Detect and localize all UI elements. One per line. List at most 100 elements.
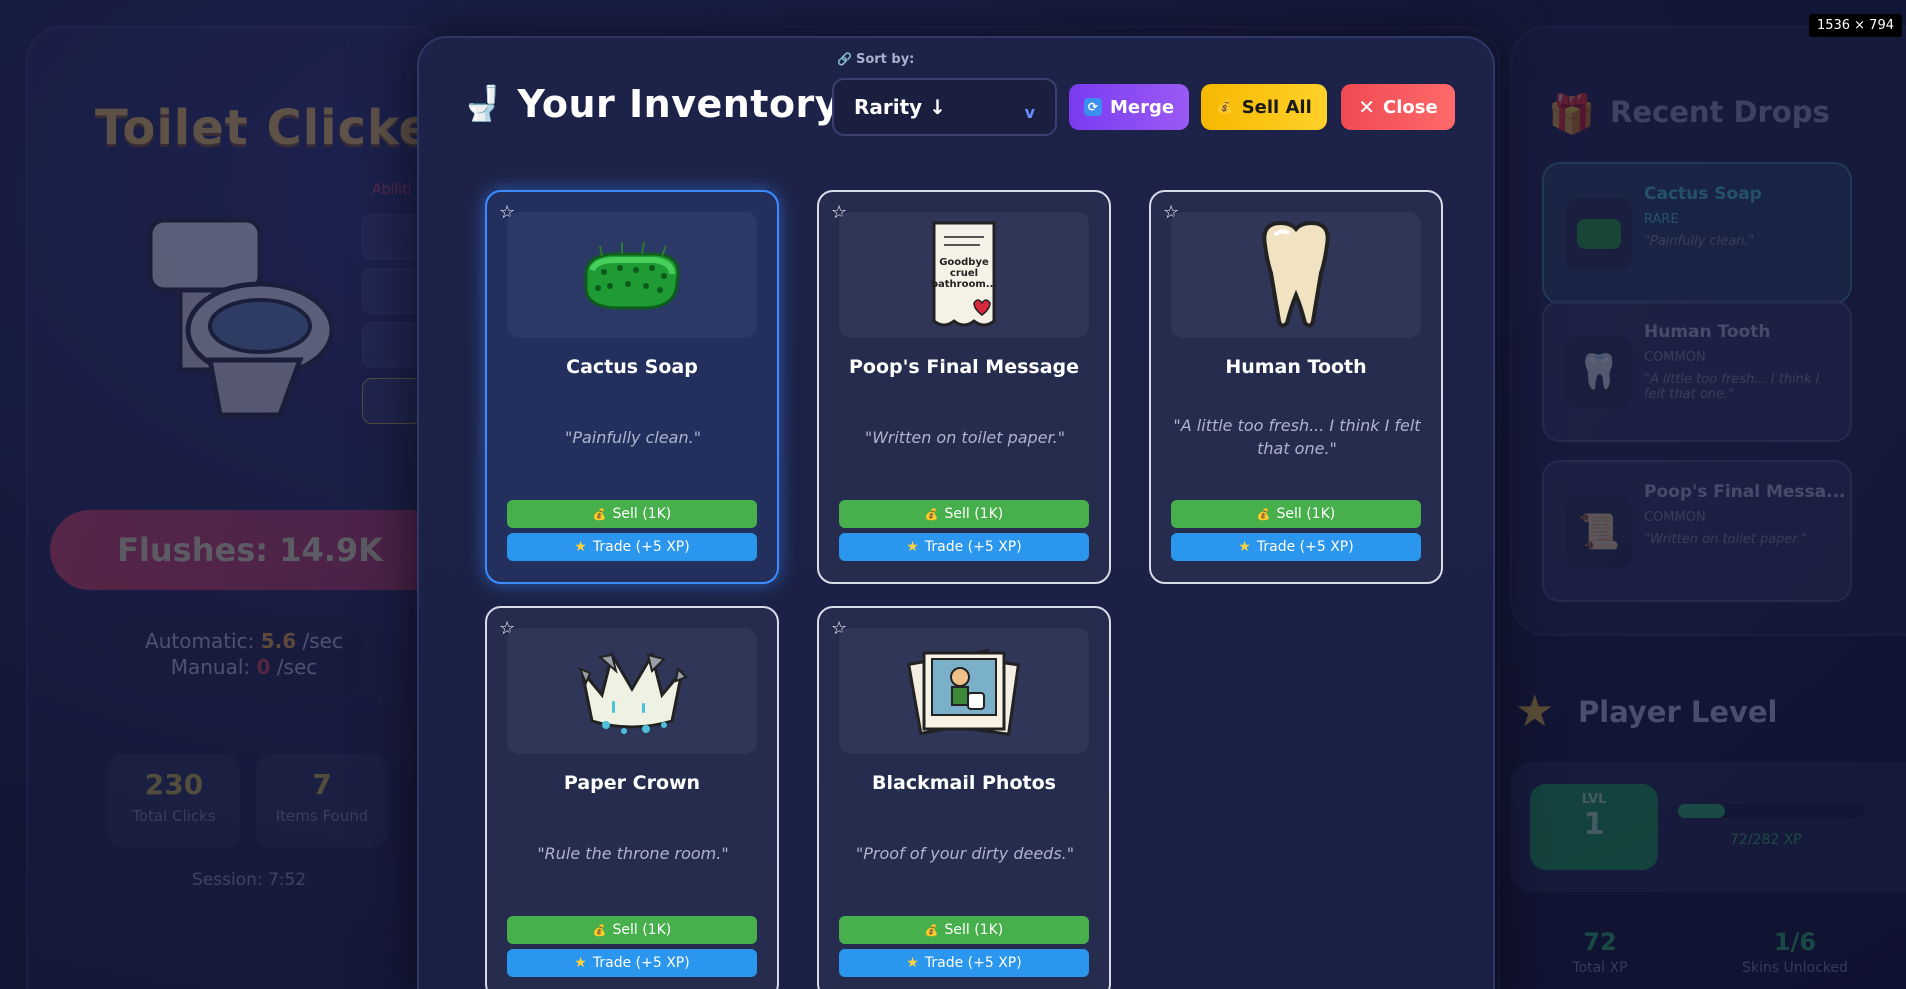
stat-skins-unlocked: 1/6 Skins Unlocked <box>1715 928 1875 976</box>
item-name: Cactus Soap <box>566 356 698 378</box>
automatic-label: Automatic: <box>145 629 255 653</box>
paper-crown-icon <box>578 651 688 734</box>
ability-slot[interactable] <box>362 214 422 260</box>
stat-value: 1/6 <box>1773 928 1817 956</box>
sort-value: Rarity ↓ <box>854 95 946 119</box>
sell-button[interactable]: 💰 Sell (1K) <box>507 500 757 528</box>
stat-label: Skins Unlocked <box>1742 960 1848 976</box>
sell-all-button[interactable]: 💰 Sell All <box>1201 84 1327 130</box>
sort-label-text: Sort by: <box>855 52 915 67</box>
close-label: Close <box>1383 96 1438 118</box>
xp-progress-fill <box>1678 804 1726 818</box>
recent-drop-item[interactable]: Cactus Soap RARE "Painfully clean." <box>1542 162 1852 304</box>
gift-icon: 🎁 <box>1548 92 1596 136</box>
modal-title: Your Inventory <box>517 82 841 126</box>
recent-drop-name: Cactus Soap <box>1644 184 1762 204</box>
xp-text: 72/282 XP <box>1730 832 1802 848</box>
recent-drop-item[interactable]: 🦷 Human Tooth COMMON "A little too fresh… <box>1542 300 1852 442</box>
sort-label: 🔗 Sort by: <box>837 52 914 67</box>
sell-button[interactable]: 💰 Sell (1K) <box>839 916 1089 944</box>
merge-icon: ⟳ <box>1083 98 1102 116</box>
recent-drop-desc: "A little too fresh... I think I felt th… <box>1644 372 1820 402</box>
recent-drop-name: Human Tooth <box>1644 322 1771 342</box>
chevron-down-icon: v <box>1024 102 1035 122</box>
dimension-badge: 1536 × 794 <box>1808 14 1902 37</box>
star-icon: ★ <box>906 955 919 971</box>
item-description: "Rule the throne room." <box>537 843 729 863</box>
item-image <box>507 628 757 754</box>
automatic-value: 5.6 <box>260 629 297 653</box>
trade-button[interactable]: ★ Trade (+5 XP) <box>1171 533 1421 561</box>
trade-label: Trade (+5 XP) <box>924 955 1022 971</box>
trade-button[interactable]: ★ Trade (+5 XP) <box>507 533 757 561</box>
level-value: 1 <box>1583 807 1605 842</box>
level-badge: LVL 1 <box>1530 784 1658 870</box>
sell-button[interactable]: 💰 Sell (1K) <box>507 916 757 944</box>
recent-drops-title: Recent Drops <box>1610 95 1830 129</box>
recent-drop-desc: "Written on toilet paper." <box>1644 532 1807 547</box>
svg-text:bathroom...: bathroom... <box>931 279 997 290</box>
trade-button[interactable]: ★ Trade (+5 XP) <box>507 949 757 977</box>
item-description: "Written on toilet paper." <box>864 427 1066 447</box>
tooth-icon <box>1262 220 1330 328</box>
sell-button[interactable]: 💰 Sell (1K) <box>1171 500 1421 528</box>
manual-label: Manual: <box>170 655 251 679</box>
sell-label: Sell (1K) <box>612 922 672 938</box>
recent-drop-rarity: RARE <box>1644 212 1679 227</box>
trade-label: Trade (+5 XP) <box>1256 539 1354 555</box>
stat-total-xp: 72 Total XP <box>1520 928 1680 976</box>
rate-unit: /sec <box>302 629 343 653</box>
merge-button[interactable]: ⟳ Merge <box>1069 84 1189 130</box>
link-icon: 🔗 <box>837 52 852 66</box>
level-label: LVL <box>1581 792 1607 807</box>
sell-button[interactable]: 💰 Sell (1K) <box>839 500 1089 528</box>
ability-slot[interactable] <box>362 378 422 424</box>
sell-label: Sell (1K) <box>1276 506 1336 522</box>
inventory-modal: 🚽 Your Inventory 🔗 Sort by: Rarity ↓ v ⟳ … <box>417 36 1495 989</box>
item-card[interactable]: ☆ Paper Crown "Rule the throne room." 💰 S… <box>485 606 779 989</box>
recent-drop-name: Poop's Final Messa... <box>1644 482 1846 502</box>
trade-button[interactable]: ★ Trade (+5 XP) <box>839 533 1089 561</box>
item-card[interactable]: ☆ Cactus Soap "Painfully clean." 💰 Sell (… <box>485 190 779 584</box>
sort-select[interactable]: Rarity ↓ v <box>832 78 1057 136</box>
stat-label: Items Found <box>275 807 369 825</box>
flush-counter: Flushes: 14.9K <box>50 510 450 590</box>
ability-slot[interactable] <box>362 268 422 314</box>
star-icon: ★ <box>1238 539 1251 555</box>
item-image: Goodbye cruel bathroom... <box>839 212 1089 338</box>
rates-box: Automatic: 5.6 /sec Manual: 0 /sec <box>124 616 364 694</box>
item-description: "A little too fresh... I think I felt th… <box>1173 416 1421 458</box>
item-image <box>839 628 1089 754</box>
svg-text:Goodbye: Goodbye <box>939 257 989 268</box>
money-bag-icon: 💰 <box>1256 507 1271 521</box>
rate-unit: /sec <box>276 655 318 679</box>
trade-button[interactable]: ★ Trade (+5 XP) <box>839 949 1089 977</box>
recent-drop-item[interactable]: 📜 Poop's Final Messa... COMMON "Written … <box>1542 460 1852 602</box>
recent-drop-rarity: COMMON <box>1644 510 1706 525</box>
sell-all-label: Sell All <box>1241 96 1312 118</box>
stat-value: 7 <box>312 768 332 801</box>
toilet-icon[interactable] <box>140 210 340 430</box>
star-icon: ★ <box>1515 686 1555 737</box>
item-name: Paper Crown <box>563 772 701 794</box>
item-card[interactable]: ☆ Blackmail Photos "Proof of your dirty … <box>817 606 1111 989</box>
star-icon: ★ <box>906 539 919 555</box>
close-icon: ✕ <box>1358 95 1376 119</box>
item-name: Human Tooth <box>1225 356 1367 378</box>
stat-value: 72 <box>1583 928 1617 956</box>
star-icon: ★ <box>574 539 587 555</box>
ability-slot[interactable] <box>362 322 422 368</box>
trade-label: Trade (+5 XP) <box>924 539 1022 555</box>
stat-total-clicks: 230 Total Clicks <box>108 754 240 848</box>
money-bag-icon: 💰 <box>592 507 607 521</box>
item-card[interactable]: ☆ Human Tooth "A little too fresh... I t… <box>1149 190 1443 584</box>
note-icon: 📜 <box>1566 496 1632 568</box>
tooth-icon: 🦷 <box>1566 336 1632 408</box>
sell-label: Sell (1K) <box>944 922 1004 938</box>
game-screen: Toilet Clicker Abiliti Flushes: 14.9K Au… <box>0 0 1906 989</box>
money-bag-icon: 💰 <box>1216 99 1234 115</box>
trade-label: Trade (+5 XP) <box>592 955 690 971</box>
sell-label: Sell (1K) <box>612 506 672 522</box>
close-button[interactable]: ✕ Close <box>1341 84 1455 130</box>
item-card[interactable]: ☆ Goodbye cruel bathroom... Poop's Final… <box>817 190 1111 584</box>
